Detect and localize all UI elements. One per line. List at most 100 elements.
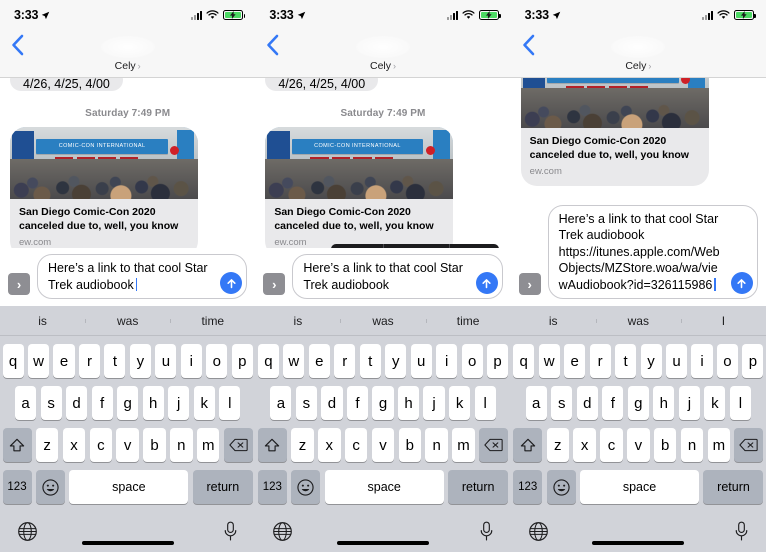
send-button-2[interactable] <box>475 272 498 294</box>
space-key[interactable]: space <box>69 470 189 504</box>
return-key[interactable]: return <box>448 470 509 504</box>
numbers-key[interactable]: 123 <box>2 470 32 504</box>
key-l[interactable]: l <box>729 386 752 420</box>
send-button-1[interactable] <box>220 272 243 294</box>
key-q[interactable]: q <box>257 344 279 378</box>
shift-key[interactable] <box>513 428 543 462</box>
key-b[interactable]: b <box>653 428 677 462</box>
key-c[interactable]: c <box>600 428 623 462</box>
space-key[interactable]: space <box>324 470 444 504</box>
key-k[interactable]: k <box>704 386 726 420</box>
key-x[interactable]: x <box>573 428 596 462</box>
key-r[interactable]: r <box>589 344 611 378</box>
key-u[interactable]: u <box>155 344 177 378</box>
suggestion-2[interactable]: was <box>340 314 425 328</box>
key-m[interactable]: m <box>707 428 731 462</box>
key-t[interactable]: t <box>615 344 637 378</box>
key-p[interactable]: p <box>487 344 509 378</box>
key-g[interactable]: g <box>372 386 394 420</box>
key-o[interactable]: o <box>461 344 483 378</box>
numbers-key[interactable]: 123 <box>257 470 287 504</box>
globe-language-icon[interactable] <box>17 521 38 542</box>
conversation-area-1[interactable]: 4/26, 4/25, 4/00 Saturday 7:49 PM COMIC-… <box>0 78 256 248</box>
key-t[interactable]: t <box>359 344 381 378</box>
key-z[interactable]: z <box>546 428 570 462</box>
key-q[interactable]: q <box>513 344 535 378</box>
message-input-3[interactable]: Here’s a link to that cool Star Trek aud… <box>547 204 758 299</box>
delete-key[interactable] <box>479 428 509 462</box>
link-preview-bubble[interactable]: COMIC-CON INTERNATIONAL San Diego Comic-… <box>265 127 454 248</box>
key-s[interactable]: s <box>40 386 62 420</box>
key-u[interactable]: u <box>665 344 688 378</box>
key-u[interactable]: u <box>410 344 432 378</box>
key-x[interactable]: x <box>318 428 341 462</box>
key-c[interactable]: c <box>89 428 113 462</box>
expand-apps-button[interactable]: › <box>518 273 541 295</box>
suggestion-3[interactable]: I <box>680 314 766 328</box>
link-preview-bubble[interactable]: COMIC-CON INTERNATIONAL San Diego Comic-… <box>10 127 198 248</box>
emoji-key[interactable] <box>35 470 65 504</box>
back-chevron-icon[interactable] <box>521 34 537 56</box>
key-x[interactable]: x <box>62 428 86 462</box>
key-i[interactable]: i <box>180 344 202 378</box>
key-o[interactable]: o <box>716 344 738 378</box>
key-i[interactable]: i <box>436 344 458 378</box>
cut-off-message-bubble[interactable]: 4/26, 4/25, 4/00 <box>265 78 379 91</box>
message-input-2[interactable]: Here’s a link to that cool Star Trek aud… <box>292 254 503 299</box>
contact-header-3[interactable]: Cely › <box>511 60 766 72</box>
key-i[interactable]: i <box>691 344 713 378</box>
emoji-key[interactable] <box>291 470 321 504</box>
return-key[interactable]: return <box>703 470 764 504</box>
key-k[interactable]: k <box>193 386 215 420</box>
return-key[interactable]: return <box>192 470 253 504</box>
key-b[interactable]: b <box>398 428 422 462</box>
suggestion-1[interactable]: is <box>511 314 596 328</box>
key-n[interactable]: n <box>680 428 704 462</box>
key-f[interactable]: f <box>602 386 624 420</box>
suggestion-1[interactable]: is <box>255 314 340 328</box>
menu-item-paste[interactable]: Paste <box>450 244 499 248</box>
key-l[interactable]: l <box>219 386 241 420</box>
key-r[interactable]: r <box>78 344 100 378</box>
delete-key[interactable] <box>223 428 253 462</box>
key-w[interactable]: w <box>538 344 560 378</box>
key-p[interactable]: p <box>742 344 764 378</box>
key-f[interactable]: f <box>346 386 369 420</box>
key-y[interactable]: y <box>129 344 151 378</box>
key-p[interactable]: p <box>231 344 253 378</box>
key-e[interactable]: e <box>308 344 330 378</box>
key-v[interactable]: v <box>371 428 395 462</box>
shift-key[interactable] <box>257 428 287 462</box>
message-input-1[interactable]: Here’s a link to that cool Star Trek aud… <box>37 254 248 299</box>
key-b[interactable]: b <box>143 428 166 462</box>
conversation-area-2[interactable]: 4/26, 4/25, 4/00 Saturday 7:49 PM COMIC-… <box>255 78 511 248</box>
key-j[interactable]: j <box>678 386 700 420</box>
suggestion-1[interactable]: is <box>0 314 85 328</box>
menu-item-select[interactable]: Select <box>331 244 384 248</box>
key-v[interactable]: v <box>116 428 139 462</box>
globe-language-icon[interactable] <box>272 521 293 542</box>
key-f[interactable]: f <box>91 386 113 420</box>
key-j[interactable]: j <box>423 386 445 420</box>
key-e[interactable]: e <box>53 344 75 378</box>
key-z[interactable]: z <box>291 428 314 462</box>
key-v[interactable]: v <box>627 428 650 462</box>
key-r[interactable]: r <box>334 344 356 378</box>
back-chevron-icon[interactable] <box>265 34 281 56</box>
key-j[interactable]: j <box>168 386 190 420</box>
contact-header[interactable]: Cely › <box>0 60 255 72</box>
expand-apps-button[interactable]: › <box>263 273 286 295</box>
numbers-key[interactable]: 123 <box>513 470 543 504</box>
key-n[interactable]: n <box>425 428 448 462</box>
emoji-key[interactable] <box>546 470 576 504</box>
shift-key[interactable] <box>2 428 32 462</box>
key-s[interactable]: s <box>551 386 573 420</box>
key-w[interactable]: w <box>27 344 50 378</box>
contact-header-2[interactable]: Cely › <box>255 60 510 72</box>
key-c[interactable]: c <box>344 428 368 462</box>
key-t[interactable]: t <box>104 344 126 378</box>
key-y[interactable]: y <box>385 344 407 378</box>
key-d[interactable]: d <box>321 386 343 420</box>
key-a[interactable]: a <box>14 386 37 420</box>
suggestion-3[interactable]: time <box>170 314 255 328</box>
